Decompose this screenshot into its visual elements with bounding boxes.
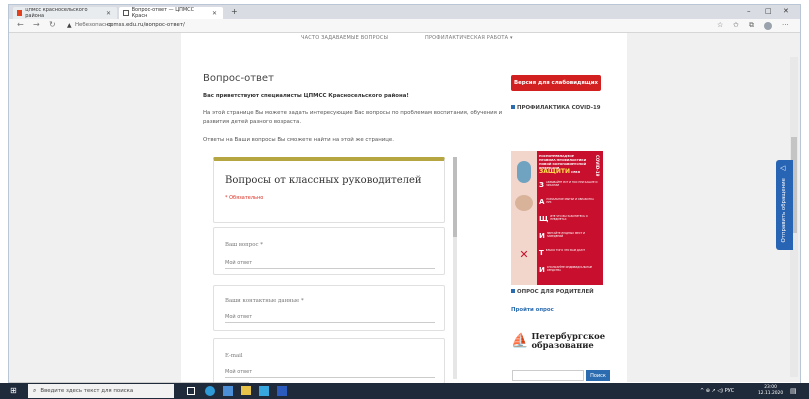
- tab-close-icon[interactable]: ✕: [106, 10, 111, 17]
- form-scrollbar-thumb[interactable]: [453, 157, 457, 237]
- tab-question-answer[interactable]: Вопрос-ответ — ЦПМСС Красн ✕: [119, 7, 223, 19]
- address-bar: ← → ↻ ▲ Небезопасно cpmss.edu.ru/вопрос-…: [9, 19, 800, 33]
- pinned-app-icon[interactable]: [259, 386, 269, 396]
- take-survey-link[interactable]: Пройти опрос: [511, 307, 554, 313]
- required-note: * Обязательно: [225, 195, 264, 201]
- intro-text: На этой странице Вы можете задать интере…: [203, 110, 503, 125]
- tab-label: Вопрос-ответ — ЦПМСС Красн: [131, 7, 195, 19]
- banner-header: РОСПОТРЕБНАДЗОР ПРАВИЛА ПРОФИЛАКТИКИ НОВ…: [539, 154, 587, 175]
- heading-square-icon: [511, 105, 515, 109]
- collections-icon[interactable]: ⧉: [749, 21, 754, 30]
- accessibility-version-button[interactable]: Версия для слабовидящих: [511, 75, 601, 91]
- page-viewport: ЧАСТО ЗАДАВАЕМЫЕ ВОПРОСЫ ПРОФИЛАКТИЧЕСКА…: [9, 33, 800, 385]
- content-area: ЧАСТО ЗАДАВАЕМЫЕ ВОПРОСЫ ПРОФИЛАКТИЧЕСКА…: [181, 33, 627, 385]
- profile-avatar[interactable]: [764, 22, 772, 30]
- greeting-text: Вас приветствуют специалисты ЦПМСС Красн…: [203, 93, 409, 99]
- covid-heading-text: ПРОФИЛАКТИКА COVID-19: [517, 105, 601, 111]
- question-field-card: Ваш вопрос * Мой ответ: [213, 227, 445, 275]
- question-label: Ваш вопрос *: [225, 242, 263, 248]
- url-field[interactable]: cpmss.edu.ru/вопрос-ответ/: [107, 22, 185, 28]
- search-button[interactable]: Поиск: [586, 370, 610, 381]
- edge-app-icon[interactable]: [205, 386, 215, 396]
- menu-dots-icon[interactable]: ···: [782, 21, 789, 29]
- form-title: Вопросы от классных руководителей: [225, 175, 422, 186]
- send-feedback-tab[interactable]: ◁ Отправить обращение: [776, 160, 793, 250]
- covid-banner-image[interactable]: ✕ РОСПОТРЕБНАДЗОР ПРАВИЛА ПРОФИЛАКТИКИ Н…: [511, 151, 603, 285]
- store-app-icon[interactable]: [223, 386, 233, 396]
- contacts-input[interactable]: Мой ответ: [225, 314, 435, 323]
- send-arrow-icon: ◁: [780, 164, 786, 172]
- tab-close-icon[interactable]: ✕: [212, 10, 217, 17]
- embedded-form: Вопросы от классных руководителей * Обяз…: [213, 157, 450, 385]
- banner-rules-list: З АКРЫВАЙТЕ РОТ И НОС ПРИ КАШЛЕ И ЧИХАНИИ…: [539, 181, 598, 274]
- covid-heading: ПРОФИЛАКТИКА COVID-19: [511, 105, 601, 111]
- contacts-field-card: Ваши контактные данные * Мой ответ: [213, 285, 445, 331]
- close-window-button[interactable]: ✕: [783, 7, 789, 15]
- maximize-button[interactable]: □: [765, 7, 772, 15]
- person-icon: [517, 161, 531, 183]
- form-scrollbar[interactable]: [453, 157, 457, 379]
- word-app-icon[interactable]: [277, 386, 287, 396]
- logo-text: Петербургское образование: [531, 331, 606, 350]
- forward-button[interactable]: →: [33, 20, 40, 29]
- page-icon: [123, 10, 129, 16]
- email-input[interactable]: Мой ответ: [225, 369, 435, 378]
- new-tab-button[interactable]: +: [231, 7, 238, 16]
- favorites-icon[interactable]: ✩: [733, 21, 739, 29]
- feedback-tab-label: Отправить обращение: [781, 178, 787, 243]
- back-button[interactable]: ←: [17, 20, 24, 29]
- search-icon: ⌕: [33, 387, 37, 394]
- windows-taskbar: ⊞ ⌕ Введите здесь текст для поиска ^ ⊕ ↗…: [0, 383, 809, 399]
- taskbar-search-placeholder: Введите здесь текст для поиска: [40, 388, 134, 394]
- cross-icon: ✕: [519, 248, 529, 261]
- reload-button[interactable]: ↻: [49, 20, 56, 29]
- favorite-star-icon[interactable]: ☆: [717, 21, 723, 29]
- windows-start-icon[interactable]: ⊞: [10, 387, 17, 395]
- clock[interactable]: 23:00 12.11.2020: [758, 385, 783, 397]
- email-field-card: E-mail Мой ответ: [213, 338, 445, 384]
- page-title: Вопрос-ответ: [203, 73, 274, 84]
- parents-survey-text: ОПРОС ДЛЯ РОДИТЕЛЕЙ: [517, 289, 594, 295]
- search-input[interactable]: [512, 370, 584, 381]
- explorer-app-icon[interactable]: [241, 386, 251, 395]
- petersburg-education-logo[interactable]: ⛵ Петербургское образование: [511, 323, 605, 359]
- system-tray[interactable]: ^ ⊕ ↗ ◁) РУС: [700, 388, 734, 394]
- covid-side-label: COVID-19: [595, 155, 600, 177]
- browser-window: цпмсс красносельского района ✕ Вопрос-от…: [8, 4, 801, 395]
- task-view-icon[interactable]: [187, 387, 195, 395]
- heading-square-icon: [511, 289, 515, 293]
- question-input[interactable]: Мой ответ: [225, 260, 435, 269]
- taskbar-search-box[interactable]: ⌕ Введите здесь текст для поиска: [28, 384, 174, 398]
- ship-logo-icon: ⛵: [511, 333, 529, 349]
- email-label: E-mail: [225, 353, 243, 359]
- contacts-label: Ваши контактные данные *: [225, 298, 304, 304]
- minimize-button[interactable]: –: [747, 7, 751, 15]
- face-icon: [515, 195, 533, 211]
- warning-icon: ▲: [67, 22, 72, 29]
- answers-note: Ответы на Ваши вопросы Вы сможете найти …: [203, 137, 394, 143]
- notification-icon[interactable]: ▤: [790, 387, 797, 395]
- menu-item-faq[interactable]: ЧАСТО ЗАДАВАЕМЫЕ ВОПРОСЫ: [301, 35, 388, 41]
- parents-survey-heading: ОПРОС ДЛЯ РОДИТЕЛЕЙ: [511, 289, 594, 295]
- site-favicon-icon: [17, 10, 23, 16]
- tab-label: цпмсс красносельского района: [25, 7, 88, 19]
- menu-item-prevention[interactable]: ПРОФИЛАКТИЧЕСКАЯ РАБОТА ▾: [425, 35, 513, 41]
- form-header-card: Вопросы от классных руководителей * Обяз…: [213, 157, 445, 223]
- tab-bar: цпмсс красносельского района ✕ Вопрос-от…: [9, 5, 800, 19]
- tab-cpmss-home[interactable]: цпмсс красносельского района ✕: [13, 7, 117, 19]
